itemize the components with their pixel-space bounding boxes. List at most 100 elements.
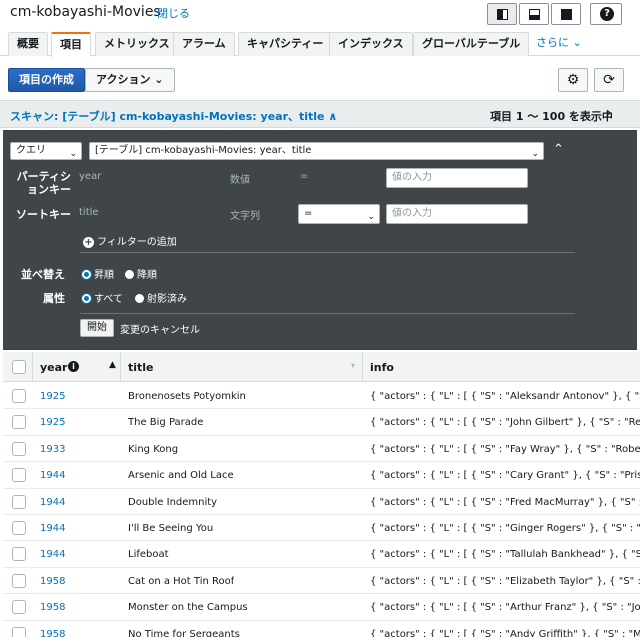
tab-indexes[interactable]: インデックス [329,32,413,56]
tab-more-dropdown[interactable]: さらに ⌄ [528,32,590,56]
cell-year[interactable]: 1958 [40,629,65,637]
row-checkbox[interactable] [12,441,26,456]
cell-info: { "actors" : { "L" : [ { "S" : "Ginger R… [370,523,640,534]
info-icon[interactable]: i [68,361,79,372]
cancel-changes-link[interactable]: 変更のキャンセル [120,321,200,336]
close-link[interactable]: 閉じる [157,5,190,21]
row-checkbox[interactable] [12,626,26,637]
cell-title: Bronenosets Potyomkin [128,391,246,402]
table-row[interactable]: 1944 Double Indemnity { "actors" : { "L" :… [3,489,640,515]
attributes-label: 属性 [43,292,65,305]
cell-info: { "actors" : { "L" : [ { "S" : "Fred Mac… [370,496,640,508]
table-index-select-value: [テーブル] cm-kobayashi-Movies: year、title [95,145,312,156]
row-checkbox[interactable] [12,600,26,615]
row-checkbox[interactable] [12,389,26,403]
table-row[interactable]: 1944 Lifeboat { "actors" : { "L" : [ { "S"… [3,541,640,568]
cell-year[interactable]: 1944 [40,523,65,534]
table-row[interactable]: 1925 Bronenosets Potyomkin { "actors" : { … [3,383,640,410]
table-row[interactable]: 1958 Monster on the Campus { "actors" : { … [3,594,640,621]
table-name-title: cm-kobayashi-Movies [10,4,161,20]
cell-year[interactable]: 1925 [40,417,65,428]
sort-key-name: title [79,207,99,218]
attributes-all-label: すべて [94,294,123,305]
tab-metrics[interactable]: メトリックス [95,32,179,56]
radio-unselected-icon [135,294,144,303]
tab-capacity[interactable]: キャパシティー [238,32,333,56]
add-filter-link[interactable]: + フィルターの追加 [83,233,177,248]
radio-selected-icon [82,294,91,303]
operation-select[interactable]: クエリ ⌄ [10,142,82,160]
action-bar: 項目の作成 アクション ⌄ ⚙ ⟳ [0,56,640,98]
start-search-button[interactable]: 開始 [80,319,114,337]
partition-key-value-input[interactable]: 値の入力 [386,168,528,188]
cell-title: No Time for Sergeants [128,628,240,637]
cell-year[interactable]: 1958 [40,602,65,613]
sort-icon[interactable]: ▾ [351,361,355,370]
table-index-select[interactable]: [テーブル] cm-kobayashi-Movies: year、title ⌄ [89,142,544,160]
sort-ascending-icon[interactable]: ▲ [109,360,116,370]
cell-year[interactable]: 1944 [40,497,65,508]
sort-order-label: 並べ替え [21,268,65,281]
table-row[interactable]: 1933 King Kong { "actors" : { "L" : [ { "S… [3,436,640,463]
partition-key-name: year [79,171,102,182]
column-header-info[interactable]: info [370,361,394,374]
tab-items[interactable]: 項目 [51,32,91,57]
table-row[interactable]: 1958 Cat on a Hot Tin Roof { "actors" : { … [3,568,640,595]
cell-year[interactable]: 1933 [40,444,65,455]
column-header-year[interactable]: year [40,361,67,374]
help-button[interactable]: ? [590,3,622,25]
table-row[interactable]: 1925 The Big Parade { "actors" : { "L" : [… [3,409,640,436]
scan-summary-bar: スキャン: [テーブル] cm-kobayashi-Movies: year、t… [0,100,640,128]
scan-toggle[interactable]: スキャン: [テーブル] cm-kobayashi-Movies: year、t… [10,108,337,124]
tab-alarms[interactable]: アラーム [173,32,235,56]
cell-title: Monster on the Campus [128,602,248,614]
sort-ascending-radio[interactable]: 昇順 [82,266,114,281]
layout-split-button[interactable] [487,3,517,25]
cell-title: Lifeboat [128,549,169,561]
cell-title: Double Indemnity [128,496,218,508]
tab-global-tables[interactable]: グローバルテーブル [413,32,530,56]
cell-year[interactable]: 1925 [40,391,65,402]
table-row[interactable]: 1944 I'll Be Seeing You { "actors" : { "L"… [3,515,640,542]
sort-key-value-input[interactable]: 値の入力 [386,204,528,224]
radio-unselected-icon [125,270,134,279]
sort-key-type: 文字列 [230,211,260,222]
sort-ascending-label: 昇順 [94,270,114,281]
sort-descending-radio[interactable]: 降順 [125,266,157,281]
tab-overview[interactable]: 概要 [8,32,48,56]
cell-title: Cat on a Hot Tin Roof [128,575,235,587]
sort-key-operator-select[interactable]: = ⌄ [298,204,380,224]
cell-year[interactable]: 1958 [40,576,65,587]
row-checkbox[interactable] [12,547,26,562]
cell-info: { "actors" : { "L" : [ { "S" : "Andy Gri… [370,628,640,637]
cell-info: { "actors" : { "L" : [ { "S" : "Elizabet… [370,575,640,587]
layout-full-icon [561,9,572,20]
collapse-chevron-up-icon[interactable]: ⌃ [553,142,564,157]
next-page-chevron-right-icon[interactable]: › [606,105,612,121]
row-checkbox[interactable] [12,468,26,483]
select-all-checkbox[interactable] [12,360,26,374]
attributes-all-radio[interactable]: すべて [82,290,123,305]
refresh-icon: ⟳ [603,72,615,88]
row-checkbox[interactable] [12,521,26,535]
settings-button[interactable]: ⚙ [558,68,588,92]
row-checkbox[interactable] [12,494,26,509]
radio-selected-icon [82,270,91,279]
help-icon: ? [600,7,614,21]
tab-bar: 概要 項目 メトリックス アラーム キャパシティー インデックス グローバルテー… [0,30,640,57]
refresh-button[interactable]: ⟳ [594,68,624,92]
layout-bottom-icon [529,9,540,20]
cell-year[interactable]: 1944 [40,470,65,481]
create-item-button[interactable]: 項目の作成 [8,68,85,92]
table-row[interactable]: 1958 No Time for Sergeants { "actors" : { … [3,621,640,637]
table-row[interactable]: 1944 Arsenic and Old Lace { "actors" : { "… [3,462,640,489]
row-checkbox[interactable] [12,415,26,430]
row-checkbox[interactable] [12,573,26,588]
attributes-projected-radio[interactable]: 射影済み [135,290,187,305]
divider [80,313,575,314]
layout-bottom-button[interactable] [519,3,549,25]
column-header-title[interactable]: title [128,361,154,374]
cell-year[interactable]: 1944 [40,549,65,560]
layout-full-button[interactable] [551,3,581,25]
actions-dropdown[interactable]: アクション ⌄ [85,68,175,92]
